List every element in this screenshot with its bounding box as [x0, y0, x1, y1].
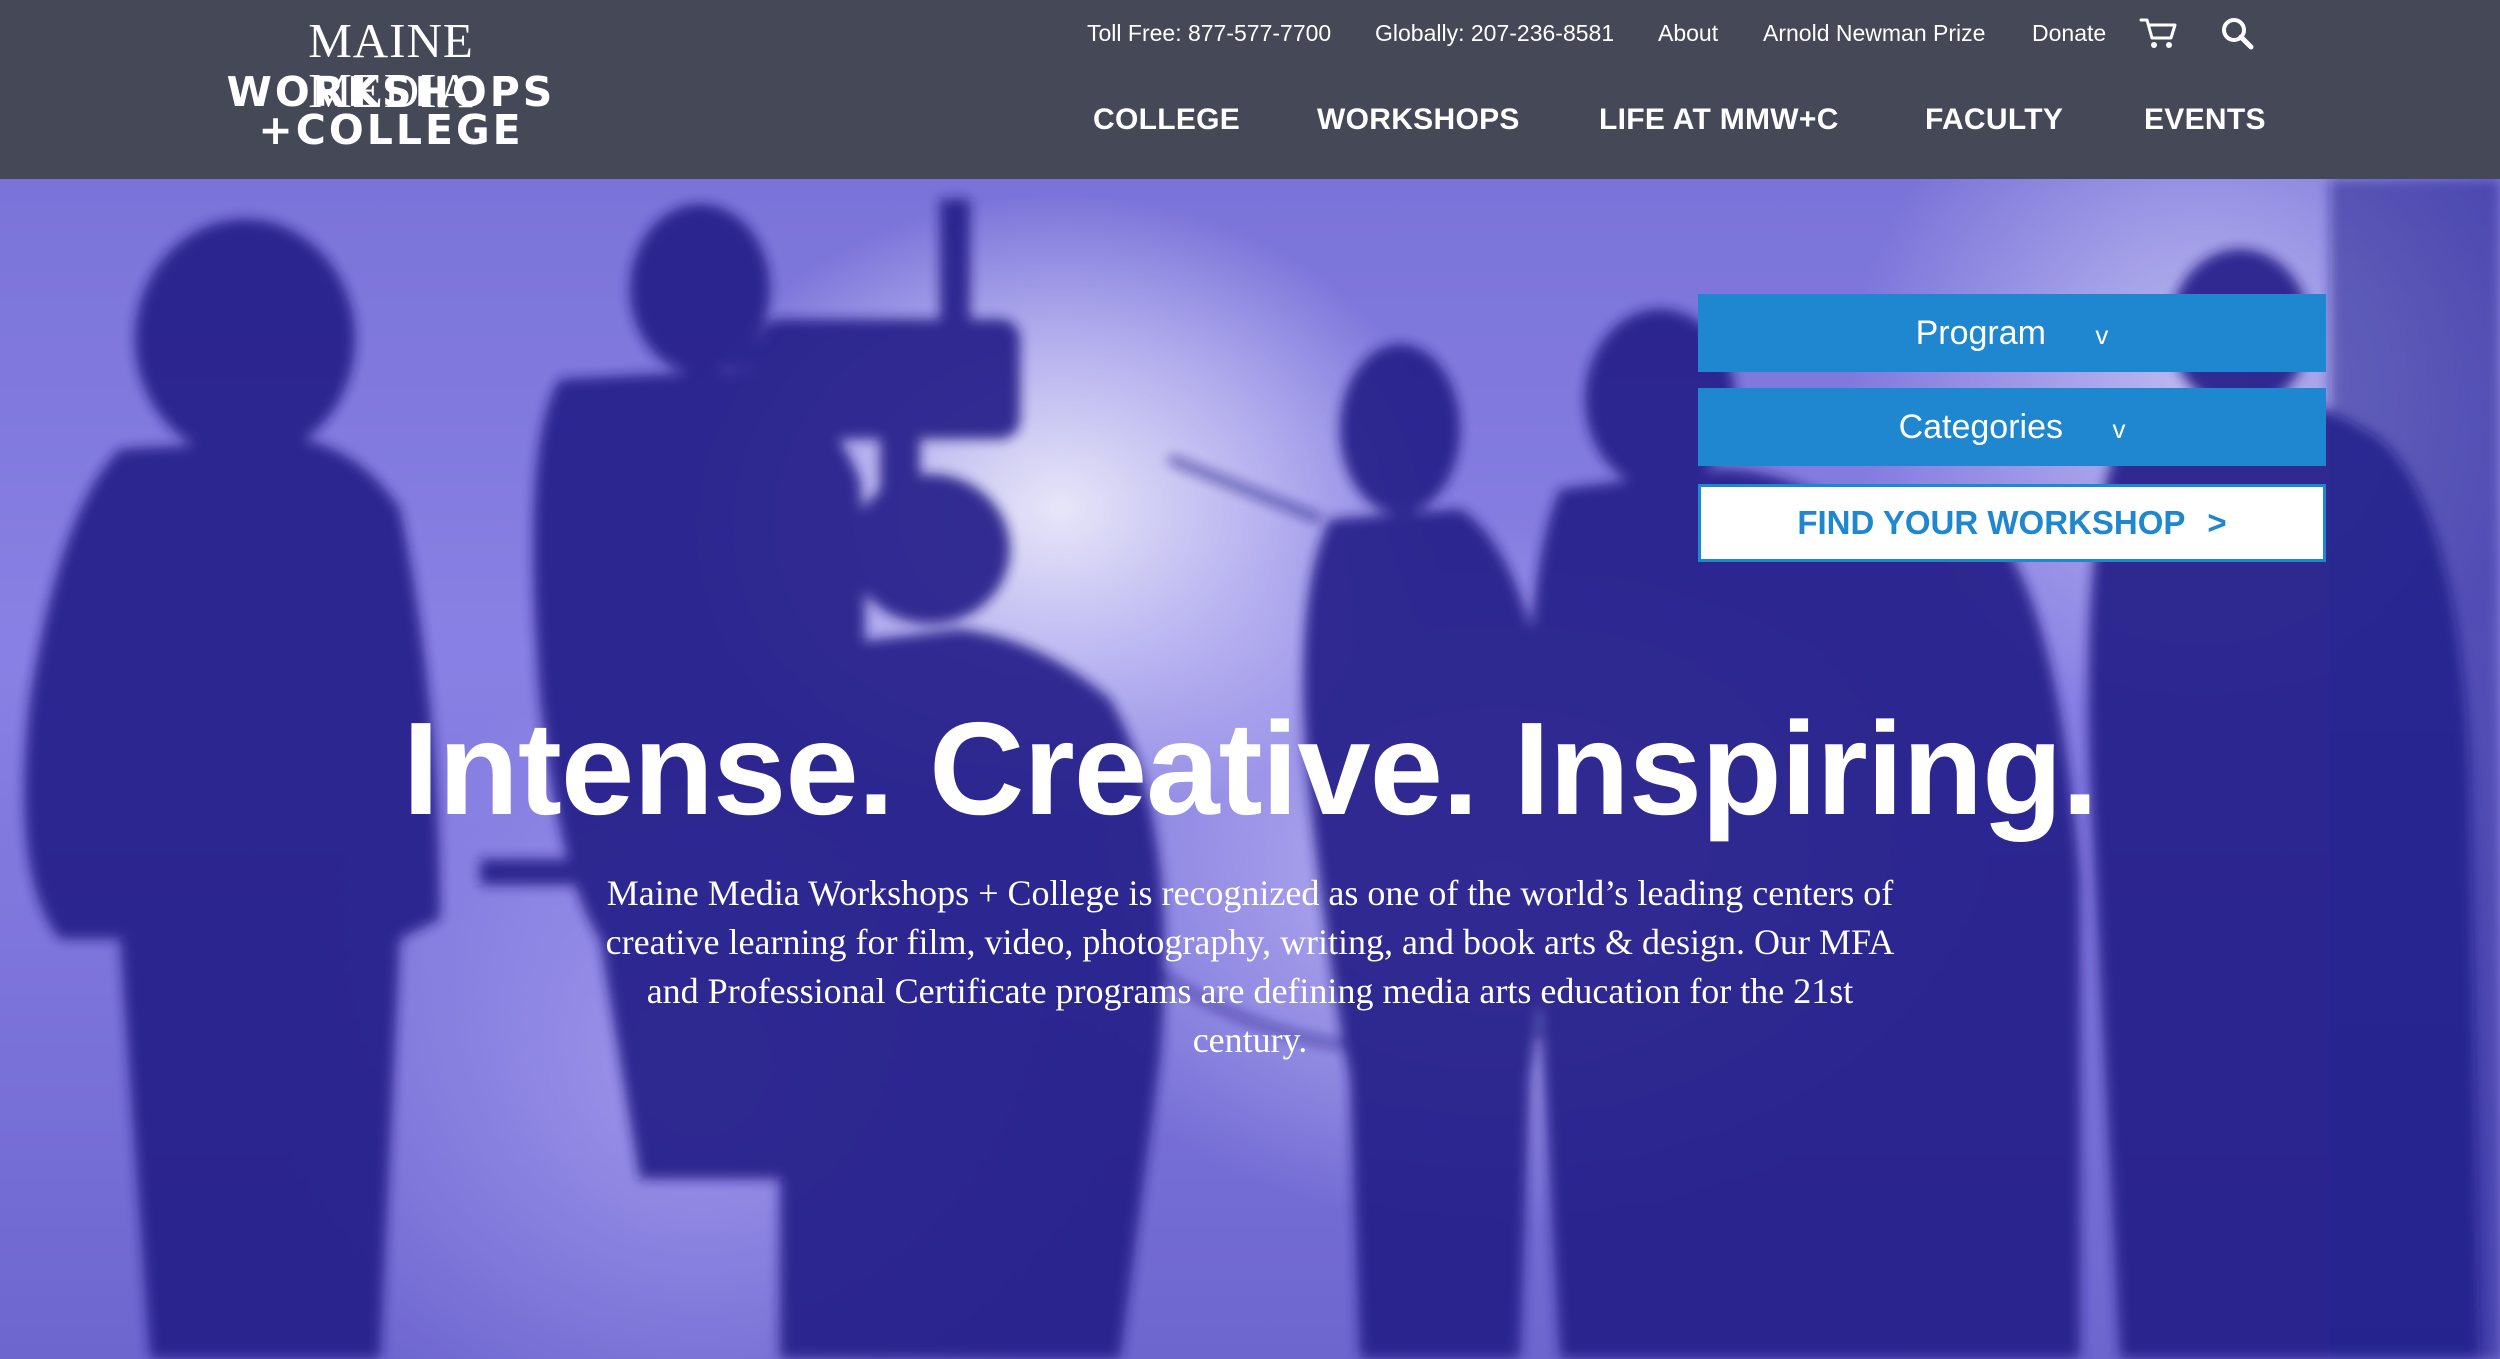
nav-college[interactable]: COLLEGE — [1093, 100, 1240, 140]
about-link[interactable]: About — [1658, 16, 1718, 50]
nav-events[interactable]: EVENTS — [2144, 100, 2266, 140]
hero-description: Maine Media Workshops + College is recog… — [605, 873, 1895, 1060]
hero-title: Intense. Creative. Inspiring. — [402, 695, 2099, 842]
site-header: MAINE MEDIA WORKSHOPS +COLLEGE Toll Free… — [0, 0, 2500, 179]
program-select-label: Program — [1915, 314, 2046, 352]
nav-workshops[interactable]: WORKSHOPS — [1317, 100, 1520, 140]
logo-line-college: +COLLEGE — [258, 106, 524, 154]
chevron-down-icon: v — [2095, 320, 2109, 350]
donate-link[interactable]: Donate — [2032, 16, 2106, 50]
program-select[interactable]: Program v — [1698, 294, 2326, 372]
toll-free-link[interactable]: Toll Free: 877-577-7700 — [1087, 16, 1331, 50]
find-button-label: FIND YOUR WORKSHOP — [1797, 504, 2186, 541]
cart-icon[interactable] — [2139, 16, 2179, 50]
chevron-down-icon: v — [2112, 414, 2126, 444]
arnold-newman-prize-link[interactable]: Arnold Newman Prize — [1763, 16, 1985, 50]
chevron-right-icon: > — [2207, 504, 2227, 541]
categories-select[interactable]: Categories v — [1698, 388, 2326, 466]
utility-bar: Toll Free: 877-577-7700 Globally: 207-23… — [0, 16, 2500, 50]
nav-life-at-mmwc[interactable]: LIFE AT MMW+C — [1599, 100, 1839, 140]
find-your-workshop-button[interactable]: FIND YOUR WORKSHOP > — [1698, 484, 2326, 562]
categories-select-label: Categories — [1898, 408, 2063, 446]
nav-faculty[interactable]: FACULTY — [1925, 100, 2063, 140]
search-icon[interactable] — [2220, 16, 2260, 50]
global-phone-link[interactable]: Globally: 207-236-8581 — [1375, 16, 1614, 50]
